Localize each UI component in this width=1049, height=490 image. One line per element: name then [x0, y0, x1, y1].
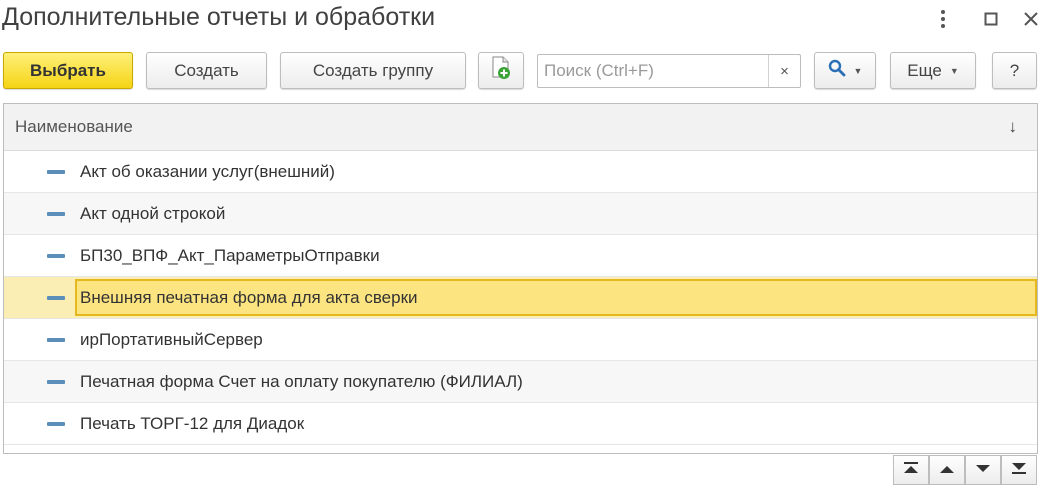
search-box: ×: [537, 54, 801, 88]
move-top-icon: [903, 461, 919, 479]
table-row[interactable]: ирПортативныйСервер: [4, 319, 1037, 361]
row-label: Акт об оказании услуг(внешний): [80, 161, 335, 181]
more-button[interactable]: Еще ▼: [890, 52, 976, 89]
move-bottom-icon: [1011, 461, 1027, 479]
create-group-button[interactable]: Создать группу: [280, 52, 466, 89]
dropdown-caret-icon: ▼: [949, 65, 959, 76]
maximize-icon[interactable]: [980, 8, 1002, 30]
table-row[interactable]: БП30_ВПФ_Акт_ПараметрыОтправки: [4, 235, 1037, 277]
move-up-button[interactable]: [929, 455, 965, 485]
clear-icon: ×: [780, 62, 789, 80]
select-button[interactable]: Выбрать: [3, 52, 133, 89]
row-label: Акт одной строкой: [80, 203, 226, 223]
table-row[interactable]: Акт одной строкой: [4, 193, 1037, 235]
help-button-label: ?: [1009, 60, 1020, 80]
move-down-icon: [975, 461, 991, 479]
create-button[interactable]: Создать: [146, 52, 267, 89]
table-row[interactable]: Печатная форма Счет на оплату покупателю…: [4, 361, 1037, 403]
row-label: Печать ТОРГ-12 для Диадок: [80, 413, 305, 433]
sort-descending-icon: ↓: [1008, 117, 1018, 136]
item-icon: [47, 170, 65, 174]
dropdown-caret-icon: ▼: [853, 65, 863, 76]
move-down-button[interactable]: [965, 455, 1001, 485]
magnifier-icon: [828, 59, 846, 82]
create-button-label: Создать: [174, 60, 239, 80]
row-label: Печатная форма Счет на оплату покупателю…: [80, 371, 523, 391]
more-vertical-icon[interactable]: [932, 8, 954, 30]
item-icon: [47, 212, 65, 216]
item-icon: [47, 296, 65, 300]
item-icon: [47, 338, 65, 342]
item-icon: [47, 422, 65, 426]
column-header-name[interactable]: Наименование ↓: [4, 104, 1037, 151]
row-label: Внешняя печатная форма для акта сверки: [80, 287, 418, 307]
move-up-icon: [939, 461, 955, 479]
more-button-label: Еще: [907, 60, 942, 80]
new-document-add-icon: [490, 56, 512, 85]
table-row[interactable]: Акт об оказании услуг(внешний): [4, 151, 1037, 193]
create-group-button-label: Создать группу: [312, 60, 434, 80]
search-options-button[interactable]: ▼: [814, 52, 876, 89]
row-label: ирПортативныйСервер: [80, 329, 263, 349]
row-label: БП30_ВПФ_Акт_ПараметрыОтправки: [80, 245, 380, 265]
table-row[interactable]: Печать ТОРГ-12 для Диадок: [4, 403, 1037, 445]
search-input[interactable]: [538, 55, 768, 87]
select-button-label: Выбрать: [30, 60, 106, 80]
close-icon[interactable]: [1020, 8, 1042, 30]
search-clear-button[interactable]: ×: [768, 55, 800, 87]
table-row-selected[interactable]: Внешняя печатная форма для акта сверки: [4, 277, 1037, 319]
move-to-top-button[interactable]: [893, 455, 929, 485]
move-to-bottom-button[interactable]: [1001, 455, 1037, 485]
item-icon: [47, 380, 65, 384]
items-table: Наименование ↓ Акт об оказании услуг(вне…: [3, 103, 1038, 454]
column-header-label: Наименование: [15, 117, 133, 136]
item-icon: [47, 254, 65, 258]
help-button[interactable]: ?: [992, 52, 1037, 89]
window-title: Дополнительные отчеты и обработки: [2, 3, 436, 31]
add-copy-button[interactable]: [478, 52, 524, 89]
